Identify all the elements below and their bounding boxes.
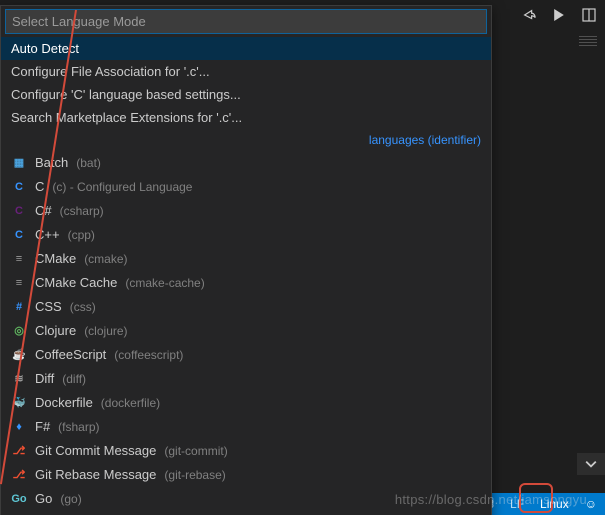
search-row bbox=[1, 6, 491, 37]
language-label: CSS bbox=[35, 298, 62, 316]
language-item[interactable]: ≡ CMake (cmake) bbox=[1, 247, 491, 271]
language-icon: Go bbox=[11, 491, 27, 507]
language-icon: ≋ bbox=[11, 371, 27, 387]
language-identifier: (coffeescript) bbox=[114, 346, 183, 364]
play-icon[interactable] bbox=[551, 7, 567, 23]
language-identifier: (css) bbox=[70, 298, 96, 316]
language-item[interactable]: C C++ (cpp) bbox=[1, 223, 491, 247]
cmd-configure-file-assoc[interactable]: Configure File Association for '.c'... bbox=[1, 60, 491, 83]
languages-header: languages (identifier) bbox=[1, 129, 491, 151]
language-item[interactable]: C C# (csharp) bbox=[1, 199, 491, 223]
command-list: Auto Detect Configure File Association f… bbox=[1, 37, 491, 129]
language-label: Dockerfile bbox=[35, 394, 93, 412]
language-label: F# bbox=[35, 418, 50, 436]
language-identifier: (cmake-cache) bbox=[125, 274, 204, 292]
language-label: Git Rebase Message bbox=[35, 466, 156, 484]
language-item[interactable]: 🐳 Dockerfile (dockerfile) bbox=[1, 391, 491, 415]
language-item[interactable]: ★Groovy(groovy) bbox=[1, 511, 491, 515]
language-icon: C bbox=[11, 179, 27, 195]
language-item[interactable]: ≡ CMake Cache (cmake-cache) bbox=[1, 271, 491, 295]
status-feedback-icon[interactable]: ☺ bbox=[577, 497, 605, 511]
status-language[interactable]: Linux bbox=[532, 497, 577, 511]
language-icon: C bbox=[11, 203, 27, 219]
language-icon: ≡ bbox=[11, 275, 27, 291]
language-item[interactable]: ▦ Batch (bat) bbox=[1, 151, 491, 175]
language-icon: ☕ bbox=[11, 347, 27, 363]
language-icon: C bbox=[11, 227, 27, 243]
share-icon[interactable] bbox=[521, 7, 537, 23]
languages-header-label: languages (identifier) bbox=[369, 133, 481, 147]
language-label: CMake Cache bbox=[35, 274, 117, 292]
language-item[interactable]: Go Go (go) bbox=[1, 487, 491, 511]
language-label: C++ bbox=[35, 226, 60, 244]
language-identifier: (fsharp) bbox=[58, 418, 99, 436]
language-label: Batch bbox=[35, 154, 68, 172]
language-item[interactable]: ☕ CoffeeScript (coffeescript) bbox=[1, 343, 491, 367]
language-identifier: (c) - Configured Language bbox=[52, 178, 192, 196]
language-item[interactable]: ◎ Clojure (clojure) bbox=[1, 319, 491, 343]
language-icon: ⎇ bbox=[11, 467, 27, 483]
language-icon: # bbox=[11, 299, 27, 315]
language-label: C# bbox=[35, 202, 52, 220]
cmd-search-marketplace[interactable]: Search Marketplace Extensions for '.c'..… bbox=[1, 106, 491, 129]
language-icon: ⎇ bbox=[11, 443, 27, 459]
language-item[interactable]: ♦ F# (fsharp) bbox=[1, 415, 491, 439]
language-icon: ♦ bbox=[11, 419, 27, 435]
language-identifier: (git-commit) bbox=[164, 442, 227, 460]
language-item[interactable]: # CSS (css) bbox=[1, 295, 491, 319]
language-icon: 🐳 bbox=[11, 395, 27, 411]
status-eol[interactable]: LF bbox=[502, 497, 532, 511]
language-item[interactable]: ≋ Diff (diff) bbox=[1, 367, 491, 391]
language-label: Git Commit Message bbox=[35, 442, 156, 460]
language-icon: ◎ bbox=[11, 323, 27, 339]
search-input[interactable] bbox=[5, 9, 487, 34]
language-item[interactable]: ⎇ Git Rebase Message (git-rebase) bbox=[1, 463, 491, 487]
language-icon: ▦ bbox=[11, 155, 27, 171]
language-mode-picker: Auto Detect Configure File Association f… bbox=[0, 5, 492, 515]
language-identifier: (git-rebase) bbox=[164, 466, 225, 484]
language-label: C bbox=[35, 178, 44, 196]
language-label: Diff bbox=[35, 370, 54, 388]
language-item[interactable]: CC (c) - Configured Language bbox=[1, 175, 491, 199]
language-label: CMake bbox=[35, 250, 76, 268]
language-identifier: (go) bbox=[60, 490, 81, 508]
language-label: CoffeeScript bbox=[35, 346, 106, 364]
language-label: Go bbox=[35, 490, 52, 508]
language-identifier: (clojure) bbox=[84, 322, 127, 340]
language-identifier: (cmake) bbox=[84, 250, 127, 268]
language-identifier: (csharp) bbox=[60, 202, 104, 220]
language-label: Clojure bbox=[35, 322, 76, 340]
split-icon[interactable] bbox=[581, 7, 597, 23]
language-icon: ≡ bbox=[11, 251, 27, 267]
language-identifier: (dockerfile) bbox=[101, 394, 160, 412]
panel-collapse-button[interactable] bbox=[577, 453, 605, 475]
cmd-auto-detect[interactable]: Auto Detect bbox=[1, 37, 491, 60]
language-identifier: (bat) bbox=[76, 154, 101, 172]
language-identifier: (cpp) bbox=[68, 226, 95, 244]
minimap[interactable] bbox=[579, 34, 597, 46]
language-identifier: (diff) bbox=[62, 370, 86, 388]
language-list: ▦Batch(bat)CC(c) - Configured LanguageCC… bbox=[1, 151, 491, 515]
cmd-configure-lang-settings[interactable]: Configure 'C' language based settings... bbox=[1, 83, 491, 106]
language-item[interactable]: ⎇ Git Commit Message (git-commit) bbox=[1, 439, 491, 463]
